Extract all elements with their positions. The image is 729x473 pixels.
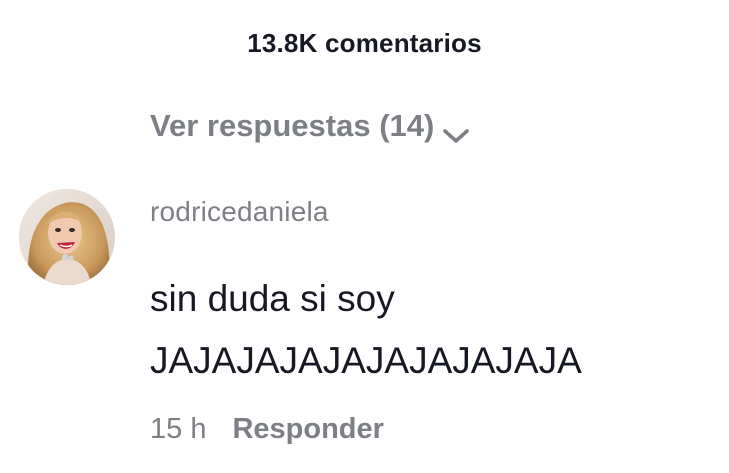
avatar-image bbox=[19, 189, 115, 285]
comment-meta-row: 15 h Responder bbox=[150, 413, 384, 446]
view-replies-label: Ver respuestas (14) bbox=[150, 108, 435, 143]
comment-text: sin duda si soy JAJAJAJAJAJAJAJAJAJA bbox=[150, 278, 582, 381]
chevron-down-icon bbox=[442, 118, 470, 143]
comment-username[interactable]: rodricedaniela bbox=[150, 196, 329, 228]
comment-count-title: 13.8K comentarios bbox=[247, 28, 482, 58]
view-replies-button[interactable]: Ver respuestas (14) bbox=[150, 108, 470, 144]
reply-button[interactable]: Responder bbox=[232, 413, 383, 446]
comment-timestamp: 15 h bbox=[150, 413, 207, 445]
avatar[interactable] bbox=[19, 189, 115, 285]
